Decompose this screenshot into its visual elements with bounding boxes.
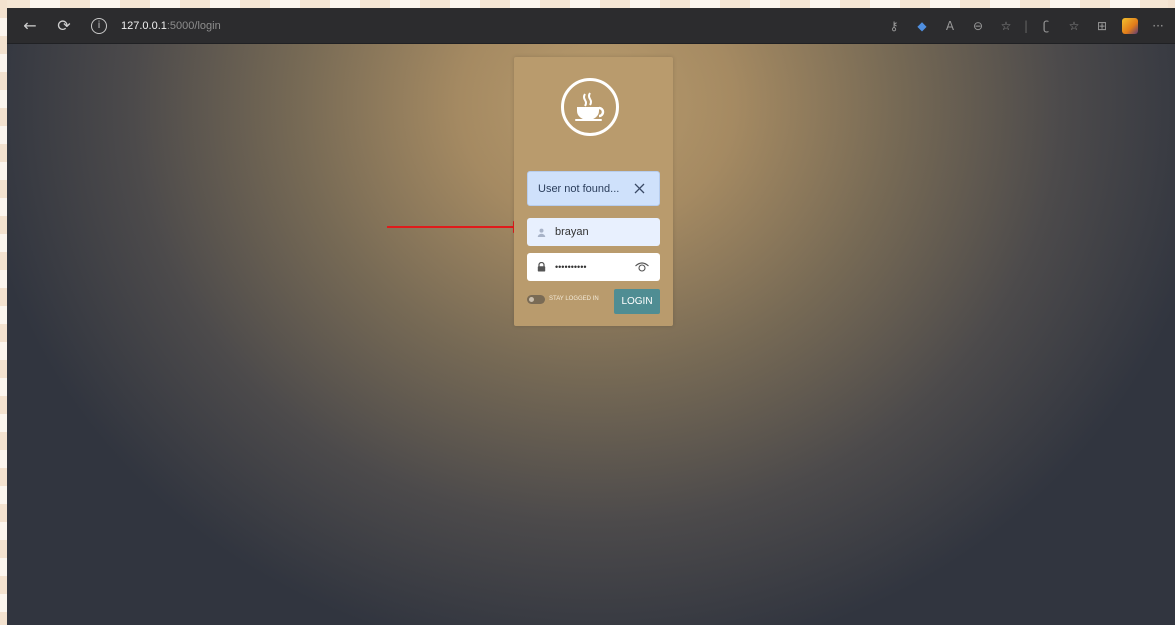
annotation-arrow-icon: [387, 221, 529, 233]
address-bar[interactable]: i 127.0.0.1:5000/login: [91, 12, 851, 39]
extension-icon[interactable]: ʗ: [1033, 13, 1059, 39]
password-field[interactable]: ••••••••••: [527, 253, 660, 281]
more-icon[interactable]: ···: [1145, 13, 1171, 39]
browser-toolbar: ← ⟳ i 127.0.0.1:5000/login ⚷ ◆ A ⊖ ☆ | ʗ…: [7, 8, 1175, 43]
login-button[interactable]: LOGIN: [614, 289, 660, 314]
url-host: 127.0.0.1: [121, 19, 167, 32]
login-card: User not found... brayan •••••••••• STAY…: [514, 57, 673, 326]
toolbar-icon-group: ⚷ ◆ A ⊖ ☆ | ʗ ☆ ⊞ ···: [879, 8, 1175, 43]
refresh-icon[interactable]: ⟳: [51, 13, 77, 39]
key-icon[interactable]: ⚷: [881, 13, 907, 39]
username-input[interactable]: [555, 226, 645, 238]
error-alert: User not found...: [527, 171, 660, 206]
profile-icon[interactable]: [1117, 13, 1143, 39]
alert-message: User not found...: [538, 182, 620, 195]
password-input[interactable]: ••••••••••: [555, 262, 587, 272]
url-path: :5000/login: [166, 19, 221, 32]
zoom-icon[interactable]: ⊖: [965, 13, 991, 39]
back-icon[interactable]: ←: [17, 13, 43, 39]
eye-icon[interactable]: [634, 260, 650, 274]
toggle-switch[interactable]: [527, 294, 545, 304]
stay-logged-in-label: STAY LOGGED IN: [549, 296, 599, 302]
tag-icon[interactable]: ◆: [909, 13, 935, 39]
decorative-frame-top: [0, 0, 1175, 8]
browser-window: ← ⟳ i 127.0.0.1:5000/login ⚷ ◆ A ⊖ ☆ | ʗ…: [7, 8, 1175, 625]
decorative-frame-left: [0, 0, 7, 625]
username-field[interactable]: [527, 218, 660, 246]
lock-icon: [535, 261, 547, 273]
favorites-icon[interactable]: ☆: [1061, 13, 1087, 39]
collections-icon[interactable]: ⊞: [1089, 13, 1115, 39]
page-viewport: User not found... brayan •••••••••• STAY…: [7, 44, 1175, 625]
stay-logged-in-toggle[interactable]: STAY LOGGED IN: [527, 292, 599, 306]
user-icon: [535, 226, 547, 238]
close-icon[interactable]: [629, 178, 649, 198]
site-info-icon[interactable]: i: [91, 17, 107, 34]
read-aloud-icon[interactable]: A: [937, 13, 963, 39]
divider: |: [1023, 18, 1029, 33]
favorite-add-icon[interactable]: ☆: [993, 13, 1019, 39]
coffee-cup-icon: [561, 78, 619, 136]
